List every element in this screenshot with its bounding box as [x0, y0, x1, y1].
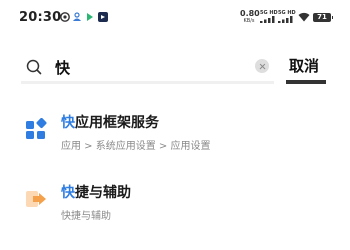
app-framework-icon [25, 117, 47, 140]
net-speed-value: 0.80 [240, 9, 260, 18]
shortcut-assist-icon [25, 188, 47, 210]
sim1-signal-icon: 5G HD [260, 11, 278, 23]
arrow-icon [85, 12, 95, 22]
cancel-button[interactable]: 取消 [289, 55, 319, 76]
cloud-icon [72, 12, 82, 22]
wifi-icon [298, 12, 310, 22]
status-time: 20:30 [19, 10, 62, 25]
result-title-highlight: 快 [61, 115, 75, 131]
result-title: 快应用框架服务 [61, 112, 159, 132]
battery-icon: 71 [313, 13, 333, 22]
search-icon [26, 59, 42, 75]
result-title-rest: 应用框架服务 [75, 115, 159, 131]
search-result-item[interactable]: 快应用框架服务 应用 > 系统应用设置 > 应用设置 [0, 108, 350, 164]
net-speed-unit: KB/s [243, 18, 255, 24]
app-badge-icon [98, 12, 108, 22]
search-bar[interactable]: 快 [21, 50, 274, 84]
result-path: 快捷与辅助 [61, 211, 111, 222]
result-title-highlight: 快 [61, 185, 75, 201]
search-input[interactable]: 快 [55, 57, 70, 78]
result-path: 应用 > 系统应用设置 > 应用设置 [61, 141, 211, 152]
shield-icon [60, 12, 70, 22]
cancel-underline [286, 80, 326, 84]
net-speed: 0.80 KB/s [240, 9, 260, 25]
sim2-signal-icon: 5G HD [278, 11, 296, 23]
search-result-item[interactable]: 快捷与辅助 快捷与辅助 [0, 180, 350, 236]
result-title: 快捷与辅助 [61, 182, 131, 202]
battery-level: 71 [317, 13, 327, 21]
result-title-rest: 捷与辅助 [75, 185, 131, 201]
clear-icon[interactable] [255, 59, 269, 73]
status-bar: 20:30 0.80 KB/s 5G HD 5G HD 71 [0, 0, 350, 34]
